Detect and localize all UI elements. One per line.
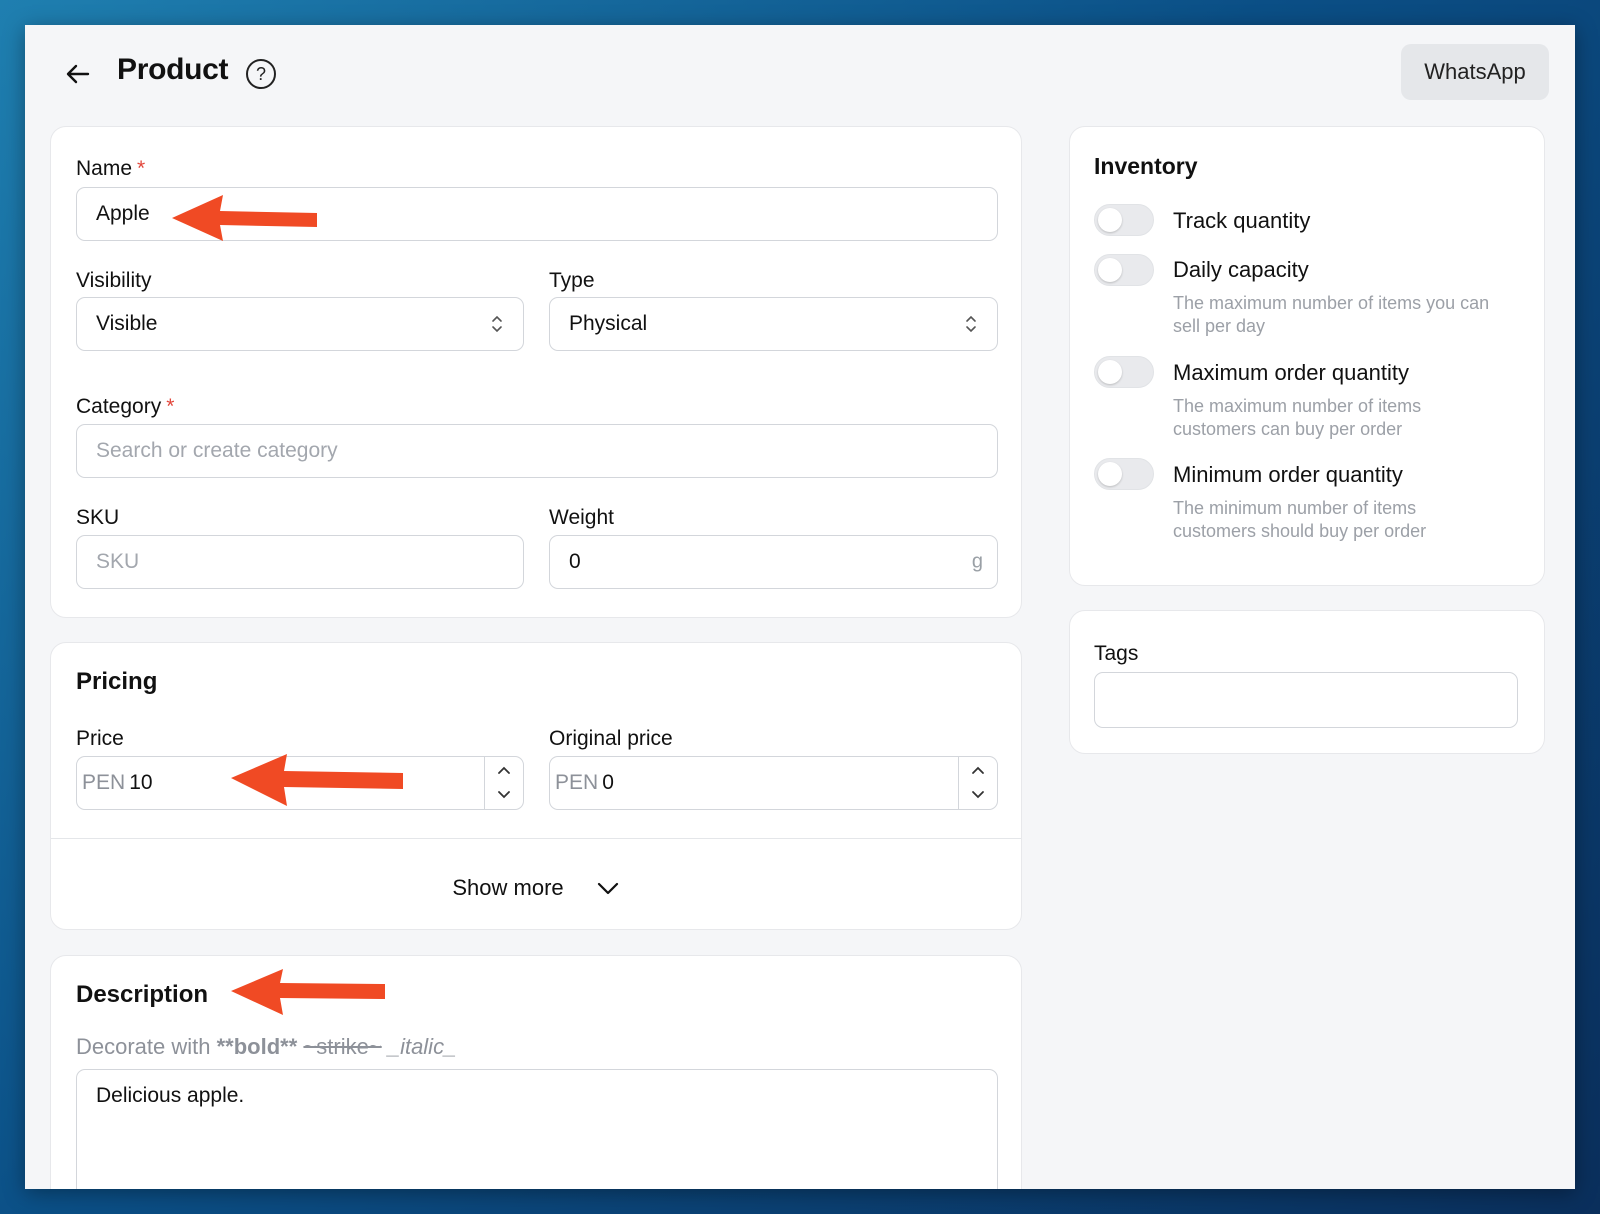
- max-order-quantity-description: The maximum number of items customers ca…: [1173, 396, 1422, 439]
- weight-unit: g: [971, 550, 983, 573]
- original-price-input[interactable]: PEN 0: [549, 756, 998, 810]
- price-label: Price: [76, 727, 124, 750]
- original-price-currency-prefix: PEN: [555, 771, 599, 794]
- daily-capacity-label: Daily capacity: [1173, 257, 1309, 282]
- chevron-down-icon: [597, 882, 618, 895]
- whatsapp-button[interactable]: WhatsApp: [1401, 44, 1549, 100]
- chevron-down-icon[interactable]: [959, 784, 997, 810]
- arrow-left-icon: [66, 64, 90, 84]
- description-textarea[interactable]: Delicious apple.: [76, 1069, 998, 1189]
- pricing-card: Pricing Price PEN 10 Original price PEN …: [50, 642, 1022, 930]
- annotation-arrow: [231, 754, 403, 806]
- annotation-arrow: [172, 195, 317, 241]
- sku-label: SKU: [76, 506, 120, 529]
- original-price-label: Original price: [549, 727, 673, 750]
- chevron-up-icon[interactable]: [959, 759, 997, 785]
- track-quantity-label: Track quantity: [1173, 208, 1311, 233]
- divider: [51, 838, 1021, 839]
- visibility-label: Visibility: [76, 269, 152, 292]
- annotation-arrow: [231, 969, 385, 1015]
- chevron-down-icon[interactable]: [485, 784, 523, 810]
- price-value: 10: [129, 771, 153, 794]
- description-card: Description Decorate with **bold** ~stri…: [50, 955, 1022, 1189]
- pricing-title: Pricing: [76, 668, 158, 695]
- sku-input[interactable]: SKU: [76, 535, 524, 589]
- weight-label: Weight: [549, 506, 614, 529]
- page-title: Product: [117, 53, 229, 86]
- formatting-hint: Decorate with **bold** ~strike~ _italic_: [76, 1034, 457, 1059]
- type-label: Type: [549, 269, 595, 292]
- chevron-updown-icon: [492, 315, 502, 333]
- show-more-button[interactable]: Show more: [51, 875, 1021, 901]
- daily-capacity-toggle[interactable]: [1094, 254, 1154, 286]
- chevron-up-icon[interactable]: [485, 759, 523, 785]
- description-title: Description: [76, 981, 209, 1008]
- type-value: Physical: [569, 312, 648, 335]
- tags-card: Tags: [1069, 610, 1545, 754]
- sku-placeholder: SKU: [96, 550, 140, 573]
- tags-label: Tags: [1094, 642, 1139, 665]
- type-select[interactable]: Physical: [549, 297, 998, 351]
- price-currency-prefix: PEN: [82, 771, 126, 794]
- min-order-quantity-toggle[interactable]: [1094, 458, 1154, 490]
- weight-input[interactable]: 0 g: [549, 535, 998, 589]
- name-value: Apple: [96, 202, 150, 225]
- show-more-label: Show more: [452, 875, 564, 900]
- max-order-quantity-toggle[interactable]: [1094, 356, 1154, 388]
- original-price-value: 0: [602, 771, 614, 794]
- original-price-stepper[interactable]: [958, 757, 997, 809]
- category-label: Category *: [76, 395, 175, 418]
- min-order-quantity-description: The minimum number of items customers sh…: [1173, 498, 1427, 541]
- general-card: Name * Apple Visibility Visible Type Phys…: [50, 126, 1022, 618]
- question-circle-icon[interactable]: ?: [246, 59, 276, 89]
- tags-input[interactable]: [1094, 672, 1518, 728]
- page-header: Product ? WhatsApp: [25, 25, 1575, 125]
- weight-value: 0: [569, 550, 581, 573]
- visibility-select[interactable]: Visible: [76, 297, 524, 351]
- price-stepper[interactable]: [484, 757, 523, 809]
- name-label: Name *: [76, 157, 146, 180]
- category-placeholder: Search or create category: [96, 439, 338, 462]
- max-order-quantity-label: Maximum order quantity: [1173, 360, 1409, 385]
- chevron-updown-icon: [966, 315, 976, 333]
- back-button[interactable]: [63, 59, 93, 89]
- daily-capacity-description: The maximum number of items you can sell…: [1173, 293, 1490, 336]
- visibility-value: Visible: [96, 312, 158, 335]
- inventory-card: Inventory Track quantity Daily capacity …: [1069, 126, 1545, 586]
- track-quantity-toggle[interactable]: [1094, 204, 1154, 236]
- inventory-title: Inventory: [1094, 153, 1198, 179]
- product-editor-window: Product ? WhatsApp Name * Apple Visibilit…: [25, 25, 1575, 1189]
- category-search-input[interactable]: Search or create category: [76, 424, 998, 478]
- min-order-quantity-label: Minimum order quantity: [1173, 462, 1403, 487]
